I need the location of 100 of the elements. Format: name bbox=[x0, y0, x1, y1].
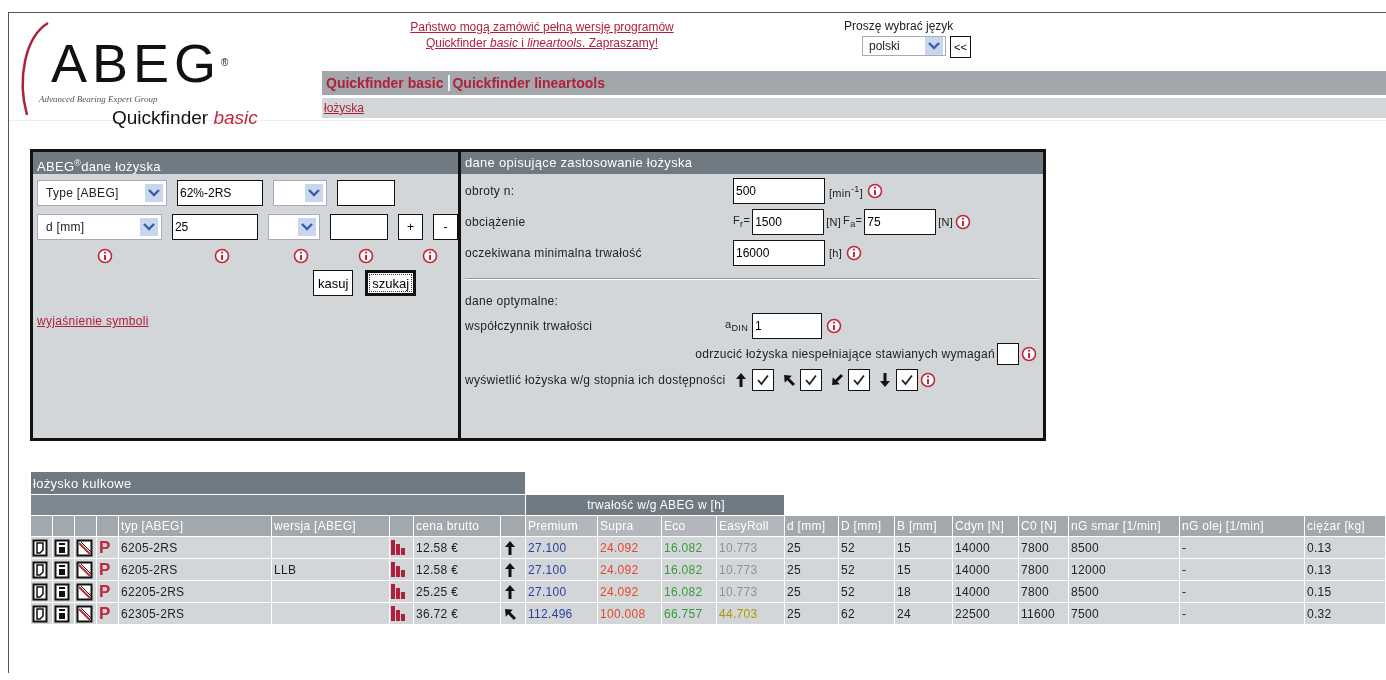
column-header: wersja [ABEG] bbox=[272, 516, 389, 536]
list-icon[interactable] bbox=[54, 560, 71, 579]
checkbox[interactable] bbox=[751, 369, 774, 391]
table-cell: 7500 bbox=[1071, 606, 1099, 621]
back-button[interactable]: << bbox=[950, 36, 971, 58]
dropdown[interactable] bbox=[267, 214, 321, 240]
dropdown[interactable]: Type [ABEG] bbox=[37, 180, 167, 206]
input-field[interactable]: 1500 bbox=[752, 209, 825, 235]
input-field[interactable]: 16000 bbox=[733, 240, 825, 266]
info-icon[interactable] bbox=[919, 372, 936, 388]
table-cell: 52 bbox=[841, 540, 855, 555]
table-cell: 66.757 bbox=[664, 606, 703, 621]
table-cell: 0.13 bbox=[1307, 540, 1332, 555]
column-header: cena brutto bbox=[414, 516, 500, 536]
field-label: obciążenie bbox=[465, 215, 526, 229]
input-field[interactable]: 25 bbox=[171, 214, 258, 240]
info-icon[interactable] bbox=[422, 248, 438, 264]
symbols-link[interactable]: wyjaśnienie symboli bbox=[37, 314, 149, 328]
table-cell: 62205-2RS bbox=[121, 584, 185, 599]
table-cell: LLB bbox=[274, 562, 297, 577]
list-icon[interactable] bbox=[54, 538, 71, 557]
arrow-icon bbox=[829, 373, 844, 387]
list-icon[interactable] bbox=[54, 604, 71, 623]
checkbox[interactable] bbox=[799, 369, 822, 391]
checkbox[interactable] bbox=[997, 343, 1019, 365]
logo-subtitle: Advanced Bearing Expert Group bbox=[39, 94, 158, 104]
column-header: D [mm] bbox=[839, 516, 894, 536]
edit-icon[interactable] bbox=[76, 560, 93, 579]
edit-icon[interactable] bbox=[76, 538, 93, 557]
input-field[interactable]: 75 bbox=[864, 209, 937, 235]
dropdown[interactable] bbox=[273, 180, 327, 206]
table-cell: 24.092 bbox=[600, 562, 639, 577]
column-header: d [mm] bbox=[785, 516, 838, 536]
edit-icon[interactable] bbox=[76, 582, 93, 601]
info-icon[interactable] bbox=[358, 248, 374, 264]
search-button[interactable]: szukaj bbox=[365, 270, 417, 296]
check-icon bbox=[900, 374, 913, 386]
reset-button[interactable]: kasuj bbox=[313, 270, 354, 296]
table-cell: 7800 bbox=[1021, 584, 1049, 599]
bar-chart-icon[interactable] bbox=[391, 582, 406, 601]
bar-chart-icon[interactable] bbox=[391, 560, 406, 579]
bar-chart-icon[interactable] bbox=[391, 538, 406, 557]
input-field[interactable] bbox=[330, 214, 389, 240]
table-cell: 25 bbox=[787, 562, 801, 577]
table-cell: 6205-2RS bbox=[121, 562, 178, 577]
input-field[interactable]: 1 bbox=[752, 313, 823, 339]
info-icon[interactable] bbox=[97, 248, 113, 264]
document-icon[interactable] bbox=[32, 582, 49, 601]
column-header: nG smar [1/min] bbox=[1069, 516, 1179, 536]
info-icon[interactable] bbox=[826, 318, 843, 334]
info-icon[interactable] bbox=[846, 245, 863, 261]
table-cell: 10.773 bbox=[719, 584, 758, 599]
document-icon[interactable] bbox=[32, 604, 49, 623]
table-cell: 12000 bbox=[1071, 562, 1106, 577]
dropdown[interactable]: d [mm] bbox=[37, 214, 162, 240]
table-cell: 16.082 bbox=[664, 562, 703, 577]
table-cell: 112.496 bbox=[528, 606, 573, 621]
table-cell: 25.25 € bbox=[416, 584, 459, 599]
column-header: C0 [N] bbox=[1019, 516, 1068, 536]
column-header: Cdyn [N] bbox=[953, 516, 1018, 536]
p-mark: P bbox=[99, 581, 111, 601]
list-icon[interactable] bbox=[54, 582, 71, 601]
table-cell: 14000 bbox=[955, 540, 990, 555]
chevron-icon bbox=[298, 218, 317, 236]
column-header: Supra bbox=[598, 516, 661, 536]
p-mark: P bbox=[99, 559, 111, 579]
input-field[interactable]: 500 bbox=[733, 178, 825, 204]
input-field[interactable]: 62%-2RS bbox=[177, 180, 263, 206]
chevron-icon bbox=[145, 184, 163, 202]
dropdown[interactable]: polski bbox=[862, 36, 946, 56]
table-cell: 62 bbox=[841, 606, 855, 621]
edit-icon[interactable] bbox=[76, 604, 93, 623]
info-icon[interactable] bbox=[214, 248, 230, 264]
bar-chart-icon[interactable] bbox=[391, 604, 406, 623]
step-button[interactable]: + bbox=[398, 214, 424, 240]
document-icon[interactable] bbox=[32, 538, 49, 557]
table-cell: 10.773 bbox=[719, 540, 758, 555]
language-label: Proszę wybrać język bbox=[844, 19, 954, 33]
promo-link[interactable]: Państwo mogą zamówić pełną wersję programów bbox=[410, 20, 674, 34]
info-icon[interactable] bbox=[293, 248, 309, 264]
info-icon[interactable] bbox=[867, 183, 884, 199]
p-mark: P bbox=[99, 537, 111, 557]
promo-link[interactable]: Quickfinder basic i lineartools. Zapraszamy! bbox=[425, 36, 659, 50]
checkbox[interactable] bbox=[895, 369, 918, 391]
step-button[interactable]: - bbox=[433, 214, 458, 240]
field-label: współczynnik trwałości bbox=[465, 319, 593, 333]
info-icon[interactable] bbox=[955, 214, 972, 230]
field-label: wyświetlić łożyska w/g stopnia ich dostępności bbox=[465, 373, 726, 387]
table-cell: 25 bbox=[787, 606, 801, 621]
document-icon[interactable] bbox=[32, 560, 49, 579]
table-cell: 14000 bbox=[955, 562, 990, 577]
info-icon[interactable] bbox=[1021, 346, 1037, 362]
table-cell: 27.100 bbox=[528, 562, 567, 577]
subnav-link[interactable]: łożyska bbox=[324, 101, 364, 115]
unit-label: [N] bbox=[826, 216, 842, 228]
input-field[interactable] bbox=[337, 180, 395, 206]
logo-text: ABEG$^{®}$ bbox=[51, 35, 229, 91]
checkbox[interactable] bbox=[847, 369, 870, 391]
table-cell: 11600 bbox=[1021, 606, 1055, 621]
field-label: obroty n: bbox=[465, 184, 515, 198]
